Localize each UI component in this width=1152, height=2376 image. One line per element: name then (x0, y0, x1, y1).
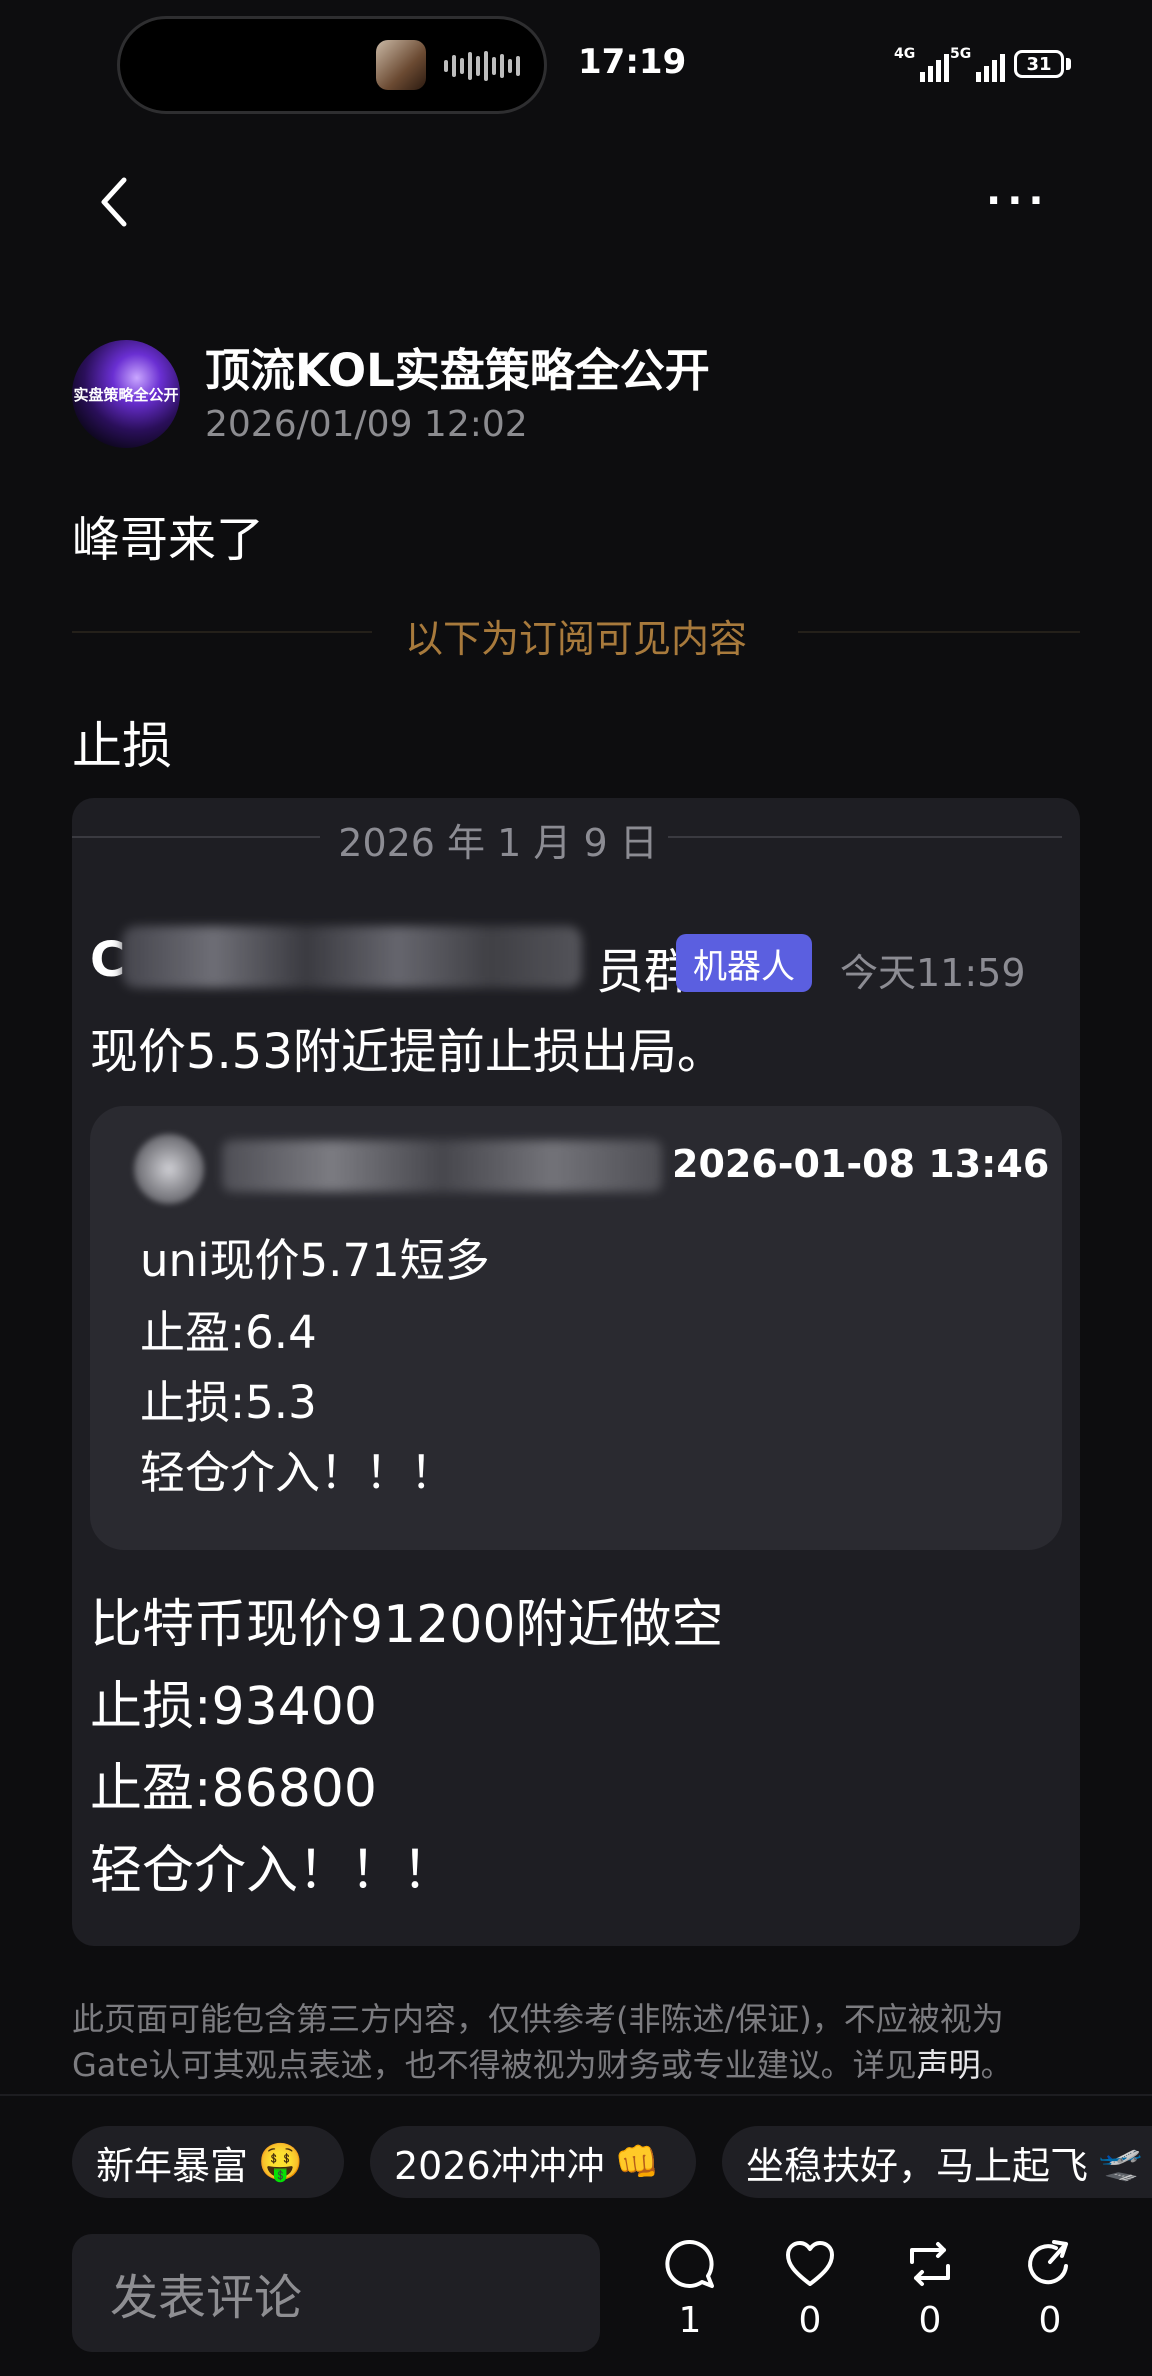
disclaimer-link[interactable]: 声明 (917, 2046, 981, 2084)
signal-5g-icon: 5G (950, 46, 1006, 82)
like-button[interactable]: 0 (770, 2236, 850, 2341)
message-line: 止损:93400 (90, 1677, 377, 1737)
message-time: 今天11:59 (840, 951, 1026, 995)
like-count: 0 (798, 2300, 822, 2341)
audio-wave-icon (444, 50, 520, 82)
post-timestamp: 2026/01/09 12:02 (205, 404, 528, 445)
blurred-quoted-sender (222, 1140, 662, 1192)
battery-tip (1066, 58, 1071, 70)
bot-badge: 机器人 (676, 934, 812, 992)
sender-name-prefix: C (90, 932, 126, 988)
date-line-left (72, 836, 320, 838)
blurred-sender-name (122, 926, 582, 988)
avatar-text: 实盘策略全公开 (73, 385, 179, 404)
media-thumbnail (376, 40, 426, 90)
comment-button[interactable]: 1 (650, 2236, 730, 2341)
fist-icon: 👊 (614, 2142, 660, 2183)
comment-count: 1 (678, 2300, 702, 2341)
post-text: 峰哥来了 (72, 512, 265, 568)
subscriber-only-label: 以下为订阅可见内容 (404, 617, 747, 661)
back-arrow-icon[interactable] (92, 172, 136, 232)
message-line: 比特币现价91200附近做空 (90, 1595, 724, 1655)
quoted-avatar (134, 1134, 204, 1204)
section-title: 止损 (72, 717, 172, 775)
quoted-line: 止损:5.3 (140, 1376, 317, 1429)
topic-chip[interactable]: 坐稳扶好，马上起飞 🛫 (722, 2126, 1152, 2198)
share-count: 0 (1038, 2300, 1062, 2341)
repost-count: 0 (918, 2300, 942, 2341)
signal-4g-icon: 4G (894, 46, 950, 82)
disclaimer-line-2: Gate认可其观点表述，也不得被视为财务或专业建议。详见声明。 (72, 2046, 1013, 2084)
message-line: 止盈:86800 (90, 1759, 377, 1819)
quoted-line: 止盈:6.4 (140, 1306, 317, 1359)
quoted-time: 2026-01-08 13:46 (672, 1142, 1050, 1186)
quoted-line: uni现价5.71短多 (140, 1234, 490, 1287)
status-time: 17:19 (578, 42, 687, 82)
share-icon (1028, 2240, 1068, 2285)
disclaimer: 此页面可能包含第三方内容，仅供参考(非陈述/保证)，不应被视为 Gate认可其观… (72, 1996, 1082, 2088)
airplane-icon: 🛫 (1098, 2142, 1143, 2183)
money-face-icon: 🤑 (258, 2142, 303, 2183)
topic-chip[interactable]: 2026冲冲冲 👊 (370, 2126, 696, 2198)
topic-chip[interactable]: 新年暴富 🤑 (72, 2126, 344, 2198)
date-line-right (668, 836, 1062, 838)
author-name[interactable]: 顶流KOL实盘策略全公开 (205, 334, 710, 399)
disclaimer-line: 此页面可能包含第三方内容，仅供参考(非陈述/保证)，不应被视为 (72, 2000, 1004, 2038)
heart-icon (786, 2241, 834, 2286)
quoted-line: 轻仓介入！！！ (140, 1446, 456, 1499)
avatar[interactable]: 实盘策略全公开 (72, 340, 180, 448)
comment-icon (665, 2239, 714, 2288)
repost-button[interactable]: 0 (890, 2236, 970, 2341)
message-line: 轻仓介入！！！ (90, 1841, 455, 1901)
battery-icon: 31 (1014, 50, 1064, 78)
comment-input[interactable]: 发表评论 (72, 2234, 600, 2352)
footer-separator (0, 2094, 1152, 2096)
date-separator: 2026 年 1 月 9 日 (338, 821, 658, 865)
more-icon[interactable]: ··· (986, 178, 1050, 224)
share-button[interactable]: 0 (1010, 2236, 1090, 2341)
repost-icon (910, 2242, 950, 2286)
message-text: 现价5.53附近提前止损出局。 (90, 1024, 725, 1080)
